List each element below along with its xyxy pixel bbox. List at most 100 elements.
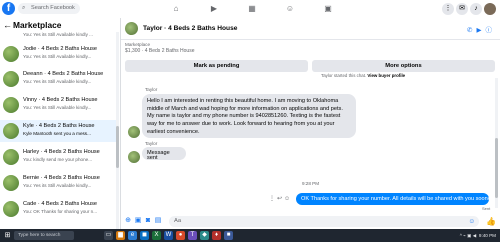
listing-info[interactable]: Marketplace $1,300 · 4 Beds 2 Baths Hous… [125,42,195,54]
emoji-icon[interactable]: ☺ [468,216,475,227]
reply-icon[interactable]: ↩ [277,196,284,202]
chrome-icon[interactable]: ● [176,231,185,240]
message-composer: ⊕ ▣ ◙ ▤ Aa ☺ 👍 [121,214,500,229]
excel-icon[interactable]: X [152,231,161,240]
marketplace-icon[interactable]: ▦ [246,3,258,14]
conversation-preview: You: Yes its Still Available kindly... [23,183,92,188]
listing-thumbnail [3,46,19,62]
edge-browser-icon[interactable]: e [128,231,137,240]
conversation-name: Deeann · 4 Beds 2 Baths House [23,71,104,77]
sidebar-item-cade[interactable]: Cade · 4 Beds 2 Baths House You: OK Than… [0,198,116,220]
search-input[interactable]: ⌕ Search Facebook [18,3,80,14]
sticker-icon[interactable]: ◙ [144,217,152,225]
chat-avatar[interactable] [125,22,138,35]
task-view-icon[interactable]: ▭ [104,231,113,240]
sender-avatar[interactable] [128,151,140,163]
search-icon: ⌕ [22,5,26,11]
sender-name: Taylor [145,87,158,92]
sent-status: Sent [482,206,491,211]
sidebar-scrollbar-thumb[interactable] [116,126,119,168]
message-timestamp: 9:28 PM [301,181,320,186]
tray-icons[interactable]: ^ ⌁ ▣ ◀ [460,233,479,238]
conversation-name: Harley · 4 Beds 2 Baths House [23,149,100,155]
outgoing-message[interactable]: OK Thanks for sharing your number. All d… [296,193,495,205]
conversation-name: Jodie · 4 Beds 2 Baths House [23,46,98,52]
conversation-name: Bernie · 4 Beds 2 Baths House [23,175,100,181]
conversation-preview: Kyle Mantooth sent you a mess... [23,131,91,136]
view-buyer-profile-link[interactable]: View buyer profile [367,73,405,78]
store-icon[interactable]: ◼ [140,231,149,240]
gaming-icon[interactable]: ▣ [322,3,334,14]
plus-icon[interactable]: ⊕ [124,217,132,225]
sender-name: Taylor [145,141,158,146]
conversation-preview: You: Yes its Still Available kindly ... [23,32,93,37]
app-icon[interactable]: ◆ [200,231,209,240]
message-input[interactable]: Aa ☺ [169,216,479,227]
system-message-text: Taylor started this chat. [321,73,367,78]
sidebar-item-vinny[interactable]: Vinny · 4 Beds 2 Baths House You: Yes it… [0,94,116,116]
video-call-icon[interactable]: ▶ [477,27,486,34]
like-icon[interactable]: 👍 [486,217,496,226]
phone-icon[interactable]: ✆ [467,27,476,34]
teams-icon[interactable]: T [188,231,197,240]
conversation-preview: You: Yes its Still Available kindly... [23,79,92,84]
word-icon[interactable]: W [164,231,173,240]
sidebar-item-jodie[interactable]: Jodie · 4 Beds 2 Baths House You: Yes it… [0,43,116,65]
conversation-name: Vinny · 4 Beds 2 Baths House [23,97,98,103]
conversation-preview: You: Yes its Still Available kindly... [23,105,92,110]
sidebar-item-bernie[interactable]: Bernie · 4 Beds 2 Baths House You: Yes i… [0,172,116,194]
clock-time: 9:40 PM [478,233,496,238]
sidebar-item-kyle[interactable]: Kyle · 4 Beds 2 Baths House Kyle Mantoot… [0,120,116,142]
menu-icon[interactable]: ⋮ [442,3,454,15]
incoming-message[interactable]: Message sent [142,147,186,161]
account-avatar[interactable] [484,3,496,15]
app-icon[interactable]: ♦ [212,231,221,240]
notifications-icon[interactable]: ♪ [470,3,482,15]
groups-icon[interactable]: ☺ [284,3,296,14]
marketplace-sidebar: ← Marketplace You: Yes its Still Availab… [0,18,121,229]
listing-thumbnail [3,201,19,217]
more-options-button[interactable]: More options [312,60,495,72]
chat-scrollbar-thumb[interactable] [495,138,498,198]
listing-thumbnail [3,71,19,87]
messenger-icon[interactable]: ✉ [456,3,468,15]
windows-start-icon[interactable]: ⊞ [3,231,12,240]
listing-label: Marketplace [125,42,151,47]
listing-price: $1,300 · 4 Beds 2 Baths House [125,48,195,54]
react-icon[interactable]: ☺ [284,196,292,202]
conversation-preview: You: kindly send me your phone... [23,157,93,162]
sidebar-item-harley[interactable]: Harley · 4 Beds 2 Baths House You: kindl… [0,146,116,168]
conversation-name: Kyle · 4 Beds 2 Baths House [23,123,95,129]
sender-avatar[interactable] [128,126,140,138]
listing-thumbnail [3,97,19,113]
image-icon[interactable]: ▣ [134,217,142,225]
listing-thumbnail [3,175,19,191]
gif-icon[interactable]: ▤ [154,217,162,225]
facebook-logo[interactable]: f [2,2,15,15]
info-icon[interactable]: ⓘ [486,27,497,34]
back-arrow-icon[interactable]: ← [3,20,12,30]
more-icon[interactable]: ⋮ [269,196,277,202]
windows-taskbar: ⊞ Type here to search ▭ ▆ e ◼ X W ● T ◆ … [0,229,500,242]
taskbar-search-input[interactable]: Type here to search [14,231,74,240]
incoming-message[interactable]: Hello I am interested in renting this be… [142,94,356,138]
top-navigation-bar: f ⌕ Search Facebook ⌂ ▶ ▦ ☺ ▣ ⋮ ✉ ♪ [0,0,500,19]
chat-actions: ✆▶ⓘ [467,24,496,34]
chat-scrollbar[interactable] [495,78,498,208]
taskbar-clock[interactable]: ^ ⌁ ▣ ◀ 9:40 PM [460,231,496,240]
message-tools: ⋮↩☺ [269,195,292,202]
conversation-preview: You: Yes its Still Available kindly... [23,54,92,59]
conversation-preview: You: OK Thanks for sharing your n... [23,209,98,214]
video-icon[interactable]: ▶ [208,3,220,14]
sidebar-item-deeann[interactable]: Deeann · 4 Beds 2 Baths House You: Yes i… [0,68,116,90]
sidebar-item-conversation[interactable]: You: Yes its Still Available kindly ... [0,30,116,42]
taskbar-search-placeholder: Type here to search [18,233,61,238]
file-explorer-icon[interactable]: ▆ [116,231,125,240]
app-icon[interactable]: ■ [224,231,233,240]
listing-thumbnail [3,149,19,165]
chat-header: Taylor · 4 Beds 2 Baths House ✆▶ⓘ [121,18,500,40]
mark-as-pending-button[interactable]: Mark as pending [125,60,308,72]
listing-thumbnail [3,123,19,139]
chat-title[interactable]: Taylor · 4 Beds 2 Baths House [143,25,237,32]
home-icon[interactable]: ⌂ [170,3,182,14]
